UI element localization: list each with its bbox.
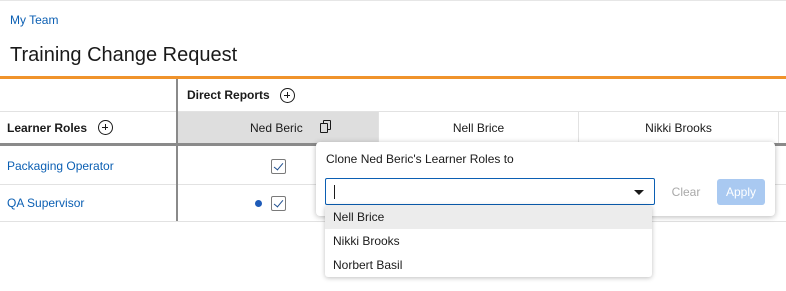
column-header-nikki-brooks[interactable]: Nikki Brooks [579, 112, 779, 143]
clear-button[interactable]: Clear [668, 180, 704, 204]
column-header-nell-brice[interactable]: Nell Brice [379, 112, 579, 143]
learner-roles-label: Learner Roles [7, 121, 88, 135]
clone-target-dropdown: Nell Brice Nikki Brooks Norbert Basil [325, 205, 652, 277]
column-header-label: Nikki Brooks [645, 120, 712, 135]
grid-header-top: Direct Reports [0, 79, 786, 112]
clone-target-input[interactable] [332, 183, 622, 201]
direct-reports-label: Direct Reports [187, 88, 270, 102]
role-link-packaging-operator[interactable]: Packaging Operator [7, 159, 114, 173]
page-title: Training Change Request [10, 44, 238, 66]
grid-column-divider [176, 79, 178, 221]
text-cursor [334, 185, 335, 199]
chevron-down-icon[interactable] [634, 190, 644, 195]
role-checkbox[interactable] [271, 159, 286, 174]
column-header-label: Nell Brice [452, 120, 505, 135]
top-divider [0, 0, 786, 1]
add-direct-report-icon[interactable] [280, 88, 295, 103]
add-learner-role-icon[interactable] [98, 120, 113, 135]
column-header-ned-beric[interactable]: Ned Beric [178, 112, 379, 143]
copy-icon[interactable] [316, 117, 337, 137]
dropdown-option[interactable]: Nikki Brooks [325, 229, 652, 253]
dropdown-option[interactable]: Nell Brice [325, 205, 652, 229]
clone-popover-title: Clone Ned Beric's Learner Roles to [326, 152, 514, 166]
apply-button[interactable]: Apply [717, 179, 765, 205]
changed-indicator-dot [255, 200, 262, 207]
breadcrumb[interactable]: My Team [10, 13, 58, 27]
role-checkbox[interactable] [271, 196, 286, 211]
clone-target-combobox[interactable] [325, 178, 655, 205]
dropdown-option[interactable]: Norbert Basil [325, 253, 652, 277]
role-link-qa-supervisor[interactable]: QA Supervisor [7, 196, 84, 210]
column-header-label: Ned Beric [250, 120, 303, 135]
